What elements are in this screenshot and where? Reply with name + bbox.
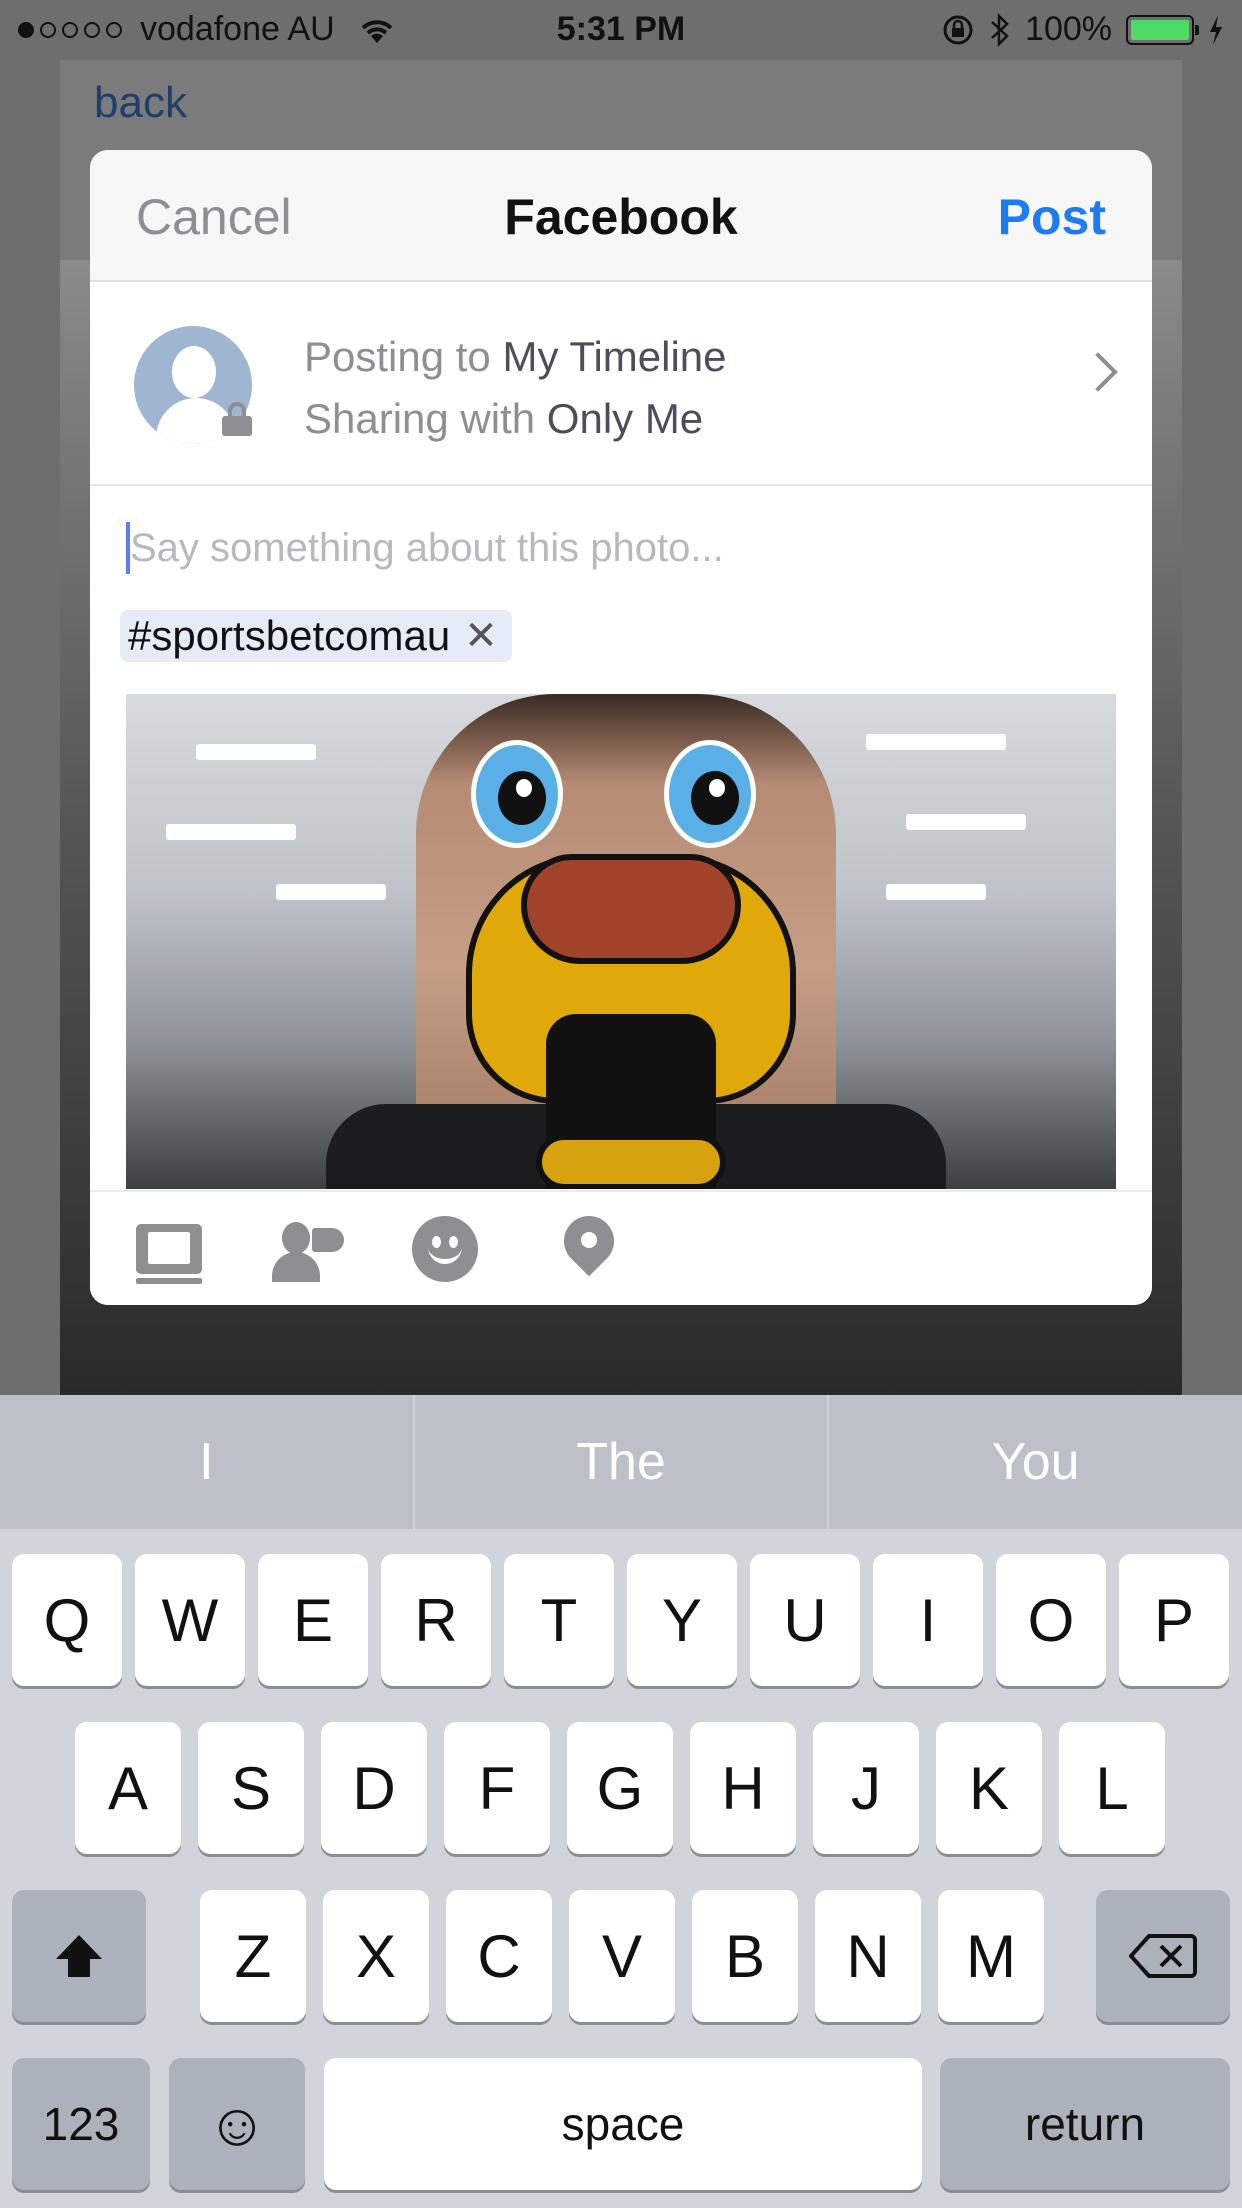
key-w[interactable]: W <box>135 1554 245 1686</box>
key-e[interactable]: E <box>258 1554 368 1686</box>
lock-icon <box>222 402 252 436</box>
space-key[interactable]: space <box>324 2058 922 2190</box>
key-f[interactable]: F <box>444 1722 550 1854</box>
key-q[interactable]: Q <box>12 1554 122 1686</box>
key-r[interactable]: R <box>381 1554 491 1686</box>
battery-icon <box>1126 14 1199 45</box>
posting-to-line: Posting to My Timeline <box>304 326 727 388</box>
key-j[interactable]: J <box>813 1722 919 1854</box>
suggestion-1[interactable]: I <box>0 1395 415 1529</box>
ceiling-light <box>276 884 386 900</box>
audience-text: Posting to My Timeline Sharing with Only… <box>304 326 727 450</box>
lion-nose-sticker <box>521 854 741 964</box>
sticker-glint <box>709 779 725 797</box>
hashtag-chip[interactable]: #sportsbetcomau ✕ <box>120 610 512 662</box>
key-h[interactable]: H <box>690 1722 796 1854</box>
posting-target: My Timeline <box>502 333 727 380</box>
key-t[interactable]: T <box>504 1554 614 1686</box>
key-z[interactable]: Z <box>200 1890 306 2022</box>
key-v[interactable]: V <box>569 1890 675 2022</box>
key-p[interactable]: P <box>1119 1554 1229 1686</box>
ceiling-light <box>196 744 316 760</box>
sheet-header: Cancel Facebook Post <box>90 150 1152 282</box>
sticker-eye <box>471 740 563 848</box>
ceiling-light <box>166 824 296 840</box>
delete-key[interactable] <box>1096 1890 1230 2022</box>
orientation-lock-icon <box>943 15 973 44</box>
key-l[interactable]: L <box>1059 1722 1165 1854</box>
facebook-share-sheet: Cancel Facebook Post Posting to My Timel… <box>90 150 1152 1305</box>
ceiling-light <box>866 734 1006 750</box>
key-y[interactable]: Y <box>627 1554 737 1686</box>
feeling-icon[interactable] <box>412 1216 480 1284</box>
attached-photo <box>126 694 1116 1189</box>
share-toolbar <box>90 1190 1152 1305</box>
post-button[interactable]: Post <box>998 188 1106 246</box>
return-key[interactable]: return <box>940 2058 1230 2190</box>
key-b[interactable]: B <box>692 1890 798 2022</box>
key-d[interactable]: D <box>321 1722 427 1854</box>
key-s[interactable]: S <box>198 1722 304 1854</box>
sticker-eye <box>664 740 756 848</box>
keyboard: I The You 123 ☺ space return QWERTYUIOPA… <box>0 1395 1242 2208</box>
key-i[interactable]: I <box>873 1554 983 1686</box>
back-link[interactable]: back <box>94 78 187 128</box>
key-x[interactable]: X <box>323 1890 429 2022</box>
close-icon[interactable]: ✕ <box>464 613 498 659</box>
bluetooth-icon <box>991 12 1009 47</box>
lock-body <box>222 416 252 436</box>
posting-prefix: Posting to <box>304 333 503 380</box>
key-m[interactable]: M <box>938 1890 1044 2022</box>
lion-jaw-sticker <box>536 1134 726 1189</box>
chevron-right-icon <box>1078 352 1118 392</box>
tag-body <box>272 1252 320 1282</box>
suggestion-3[interactable]: You <box>829 1395 1242 1529</box>
key-o[interactable]: O <box>996 1554 1106 1686</box>
key-k[interactable]: K <box>936 1722 1042 1854</box>
photo-album-icon[interactable] <box>136 1216 204 1284</box>
sharing-target: Only Me <box>546 395 704 442</box>
audience-selector[interactable]: Posting to My Timeline Sharing with Only… <box>90 282 1152 486</box>
key-a[interactable]: A <box>75 1722 181 1854</box>
battery-fill <box>1131 19 1189 40</box>
sheet-title: Facebook <box>504 189 738 245</box>
sharing-with-line: Sharing with Only Me <box>304 388 727 450</box>
predictive-bar: I The You <box>0 1395 1242 1529</box>
numbers-key[interactable]: 123 <box>12 2058 150 2190</box>
battery-percent: 100% <box>1025 10 1112 48</box>
tag-label <box>312 1228 344 1252</box>
key-g[interactable]: G <box>567 1722 673 1854</box>
photo-stack-base <box>136 1278 202 1284</box>
hashtag-text: #sportsbetcomau <box>128 612 451 659</box>
emoji-key[interactable]: ☺ <box>169 2058 305 2190</box>
key-u[interactable]: U <box>750 1554 860 1686</box>
status-bar: vodafone AU 5:31 PM 100% <box>0 0 1242 60</box>
shift-icon <box>56 1935 102 1977</box>
caption-input[interactable]: Say something about this photo... <box>130 526 724 571</box>
key-c[interactable]: C <box>446 1890 552 2022</box>
shift-key[interactable] <box>12 1890 146 2022</box>
pin-hole <box>581 1232 597 1248</box>
backspace-icon <box>1129 1934 1197 1978</box>
charging-icon <box>1210 14 1222 45</box>
location-pin-icon[interactable] <box>553 1205 625 1284</box>
suggestion-2[interactable]: The <box>415 1395 830 1529</box>
photo-frame <box>148 1232 190 1264</box>
ceiling-light <box>906 814 1026 830</box>
sharing-prefix: Sharing with <box>304 395 547 442</box>
sticker-glint <box>516 779 532 797</box>
status-right: 100% <box>941 10 1224 49</box>
key-n[interactable]: N <box>815 1890 921 2022</box>
tag-people-icon[interactable] <box>272 1216 344 1284</box>
compose-area: Say something about this photo... #sport… <box>90 486 1152 1189</box>
avatar-head <box>172 346 216 398</box>
ceiling-light <box>886 884 986 900</box>
tag-head <box>282 1222 310 1254</box>
